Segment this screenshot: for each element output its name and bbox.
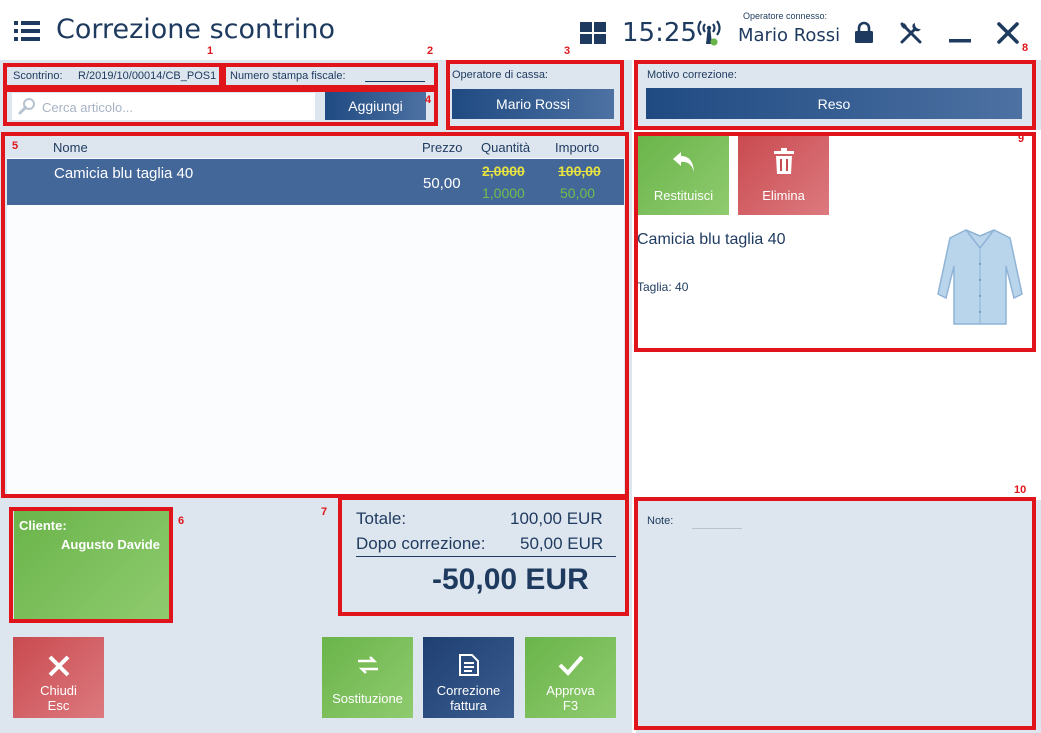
annotation-box-4 xyxy=(3,88,438,126)
annotation-number-3: 3 xyxy=(564,45,571,57)
annotation-box-10 xyxy=(634,497,1036,730)
annotation-box-7 xyxy=(338,496,629,616)
annotation-box-3 xyxy=(446,60,624,130)
connection-icon xyxy=(697,20,721,46)
approve-label: Approva xyxy=(546,683,595,698)
check-icon xyxy=(558,655,584,676)
header-bar: Correzione scontrino 15:25 Operatore con… xyxy=(0,0,1041,60)
invoice-correction-label-1: Correzione xyxy=(436,683,501,698)
invoice-correction-label-2: fattura xyxy=(450,698,487,713)
invoice-correction-button[interactable]: Correzione fattura xyxy=(423,637,514,718)
approve-shortcut: F3 xyxy=(562,698,579,713)
close-label: Chiudi xyxy=(40,683,77,698)
annotation-number-7: 7 xyxy=(321,506,328,518)
close-shortcut: Esc xyxy=(47,698,70,713)
annotation-number-2: 2 xyxy=(427,45,434,57)
annotation-number-5: 5 xyxy=(12,140,19,152)
annotation-box-9 xyxy=(634,132,1036,352)
receipt-correction-screen: Correzione scontrino 15:25 Operatore con… xyxy=(0,0,1041,733)
annotation-box-8 xyxy=(634,60,1036,130)
annotation-box-1 xyxy=(3,63,223,89)
tools-icon[interactable] xyxy=(898,20,924,46)
page-title: Correzione scontrino xyxy=(56,14,335,45)
annotation-number-8: 8 xyxy=(1022,42,1029,54)
close-button[interactable]: Chiudi Esc xyxy=(13,637,104,718)
annotation-number-6: 6 xyxy=(178,515,185,527)
substitution-button[interactable]: Sostituzione xyxy=(322,637,413,718)
annotation-number-9: 9 xyxy=(1018,133,1025,145)
operator-name: Mario Rossi xyxy=(738,25,841,46)
annotation-box-2 xyxy=(222,63,438,89)
close-icon[interactable] xyxy=(995,20,1021,46)
menu-icon[interactable] xyxy=(14,20,40,42)
operator-label: Operatore connesso: xyxy=(743,11,828,21)
lock-icon[interactable] xyxy=(851,20,877,46)
x-icon xyxy=(48,655,69,677)
tiles-icon[interactable] xyxy=(580,22,606,44)
annotation-number-4: 4 xyxy=(425,94,432,106)
annotation-box-5 xyxy=(1,132,629,498)
approve-button[interactable]: Approva F3 xyxy=(525,637,616,718)
swap-icon xyxy=(357,656,378,674)
document-icon xyxy=(458,654,479,676)
annotation-box-6 xyxy=(9,507,173,623)
substitution-label: Sostituzione xyxy=(332,691,403,706)
annotation-number-1: 1 xyxy=(207,45,214,57)
minimize-icon[interactable] xyxy=(947,20,973,46)
annotation-number-10: 10 xyxy=(1014,484,1027,496)
clock: 15:25 xyxy=(622,18,697,48)
